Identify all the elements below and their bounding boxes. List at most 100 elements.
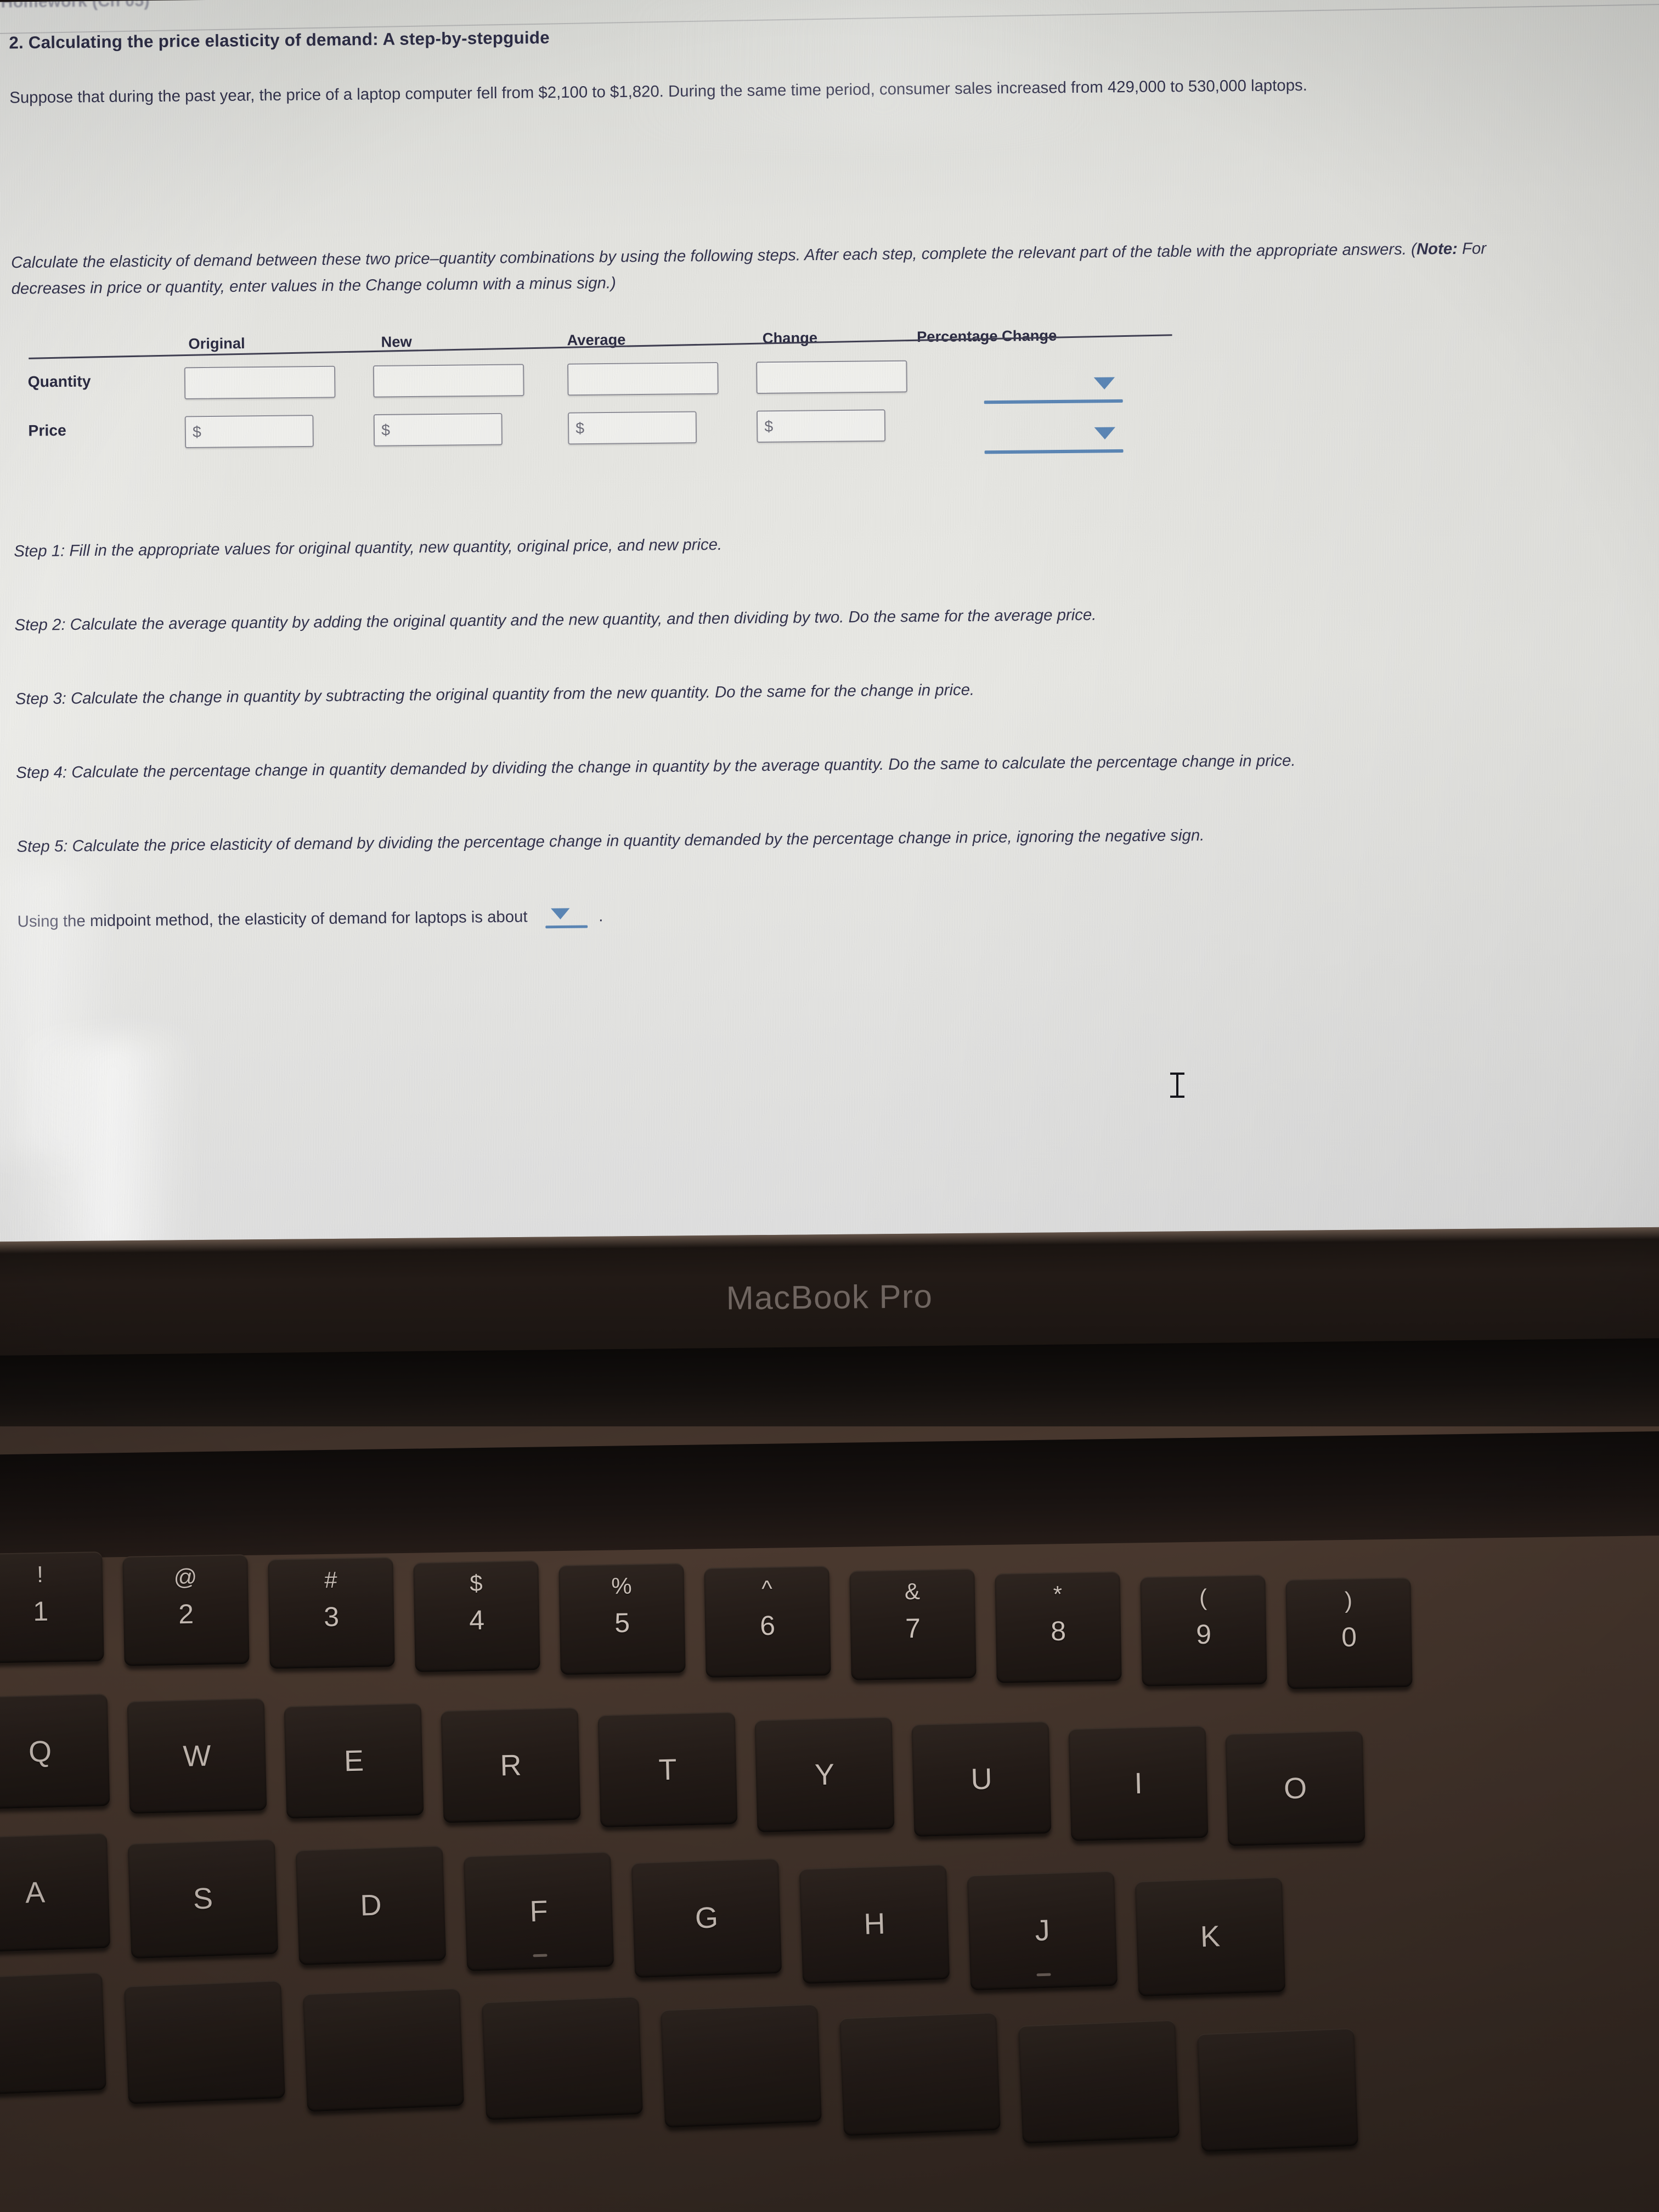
key-legend: 5: [614, 1607, 630, 1639]
key-o[interactable]: O: [1225, 1730, 1365, 1846]
key-legend: E: [343, 1743, 364, 1778]
key-legend: [842, 2071, 998, 2077]
key-e[interactable]: E: [284, 1702, 424, 1819]
table-row-quantity: Quantity: [12, 354, 1184, 407]
price-change-input[interactable]: $: [756, 409, 886, 443]
conclusion-prefix: Using the midpoint method, the elasticit…: [17, 907, 528, 931]
key-legend: O: [1283, 1771, 1307, 1805]
key-legend: 1: [32, 1595, 49, 1627]
key-5[interactable]: % 5: [558, 1562, 686, 1675]
row-label-quantity: Quantity: [27, 372, 91, 391]
key-legend: G: [695, 1901, 719, 1935]
key-h[interactable]: H: [799, 1864, 950, 1984]
laptop-screen: Homework (Ch 05) 2. Calculating the pric…: [0, 0, 1659, 1260]
keyboard-bottom-row: [0, 1972, 1659, 2152]
key-a[interactable]: A: [0, 1832, 111, 1953]
key-8[interactable]: * 8: [995, 1571, 1122, 1684]
quantity-average-input[interactable]: [567, 362, 719, 396]
price-new-input[interactable]: $: [373, 413, 503, 447]
key-blank-2[interactable]: [302, 1988, 465, 2112]
key-legend: A: [25, 1876, 46, 1910]
elasticity-value-dropdown[interactable]: [537, 907, 590, 929]
price-original-input[interactable]: $: [184, 415, 314, 448]
key-blank-6[interactable]: [1018, 2019, 1180, 2144]
key-legend: Y: [814, 1757, 835, 1791]
key-blank-0[interactable]: [0, 1972, 107, 2096]
key-u[interactable]: U: [911, 1720, 1052, 1837]
dropdown-underline: [984, 399, 1123, 404]
key-shift-legend: !: [36, 1561, 44, 1588]
conclusion-line: Using the midpoint method, the elasticit…: [18, 897, 1617, 931]
row-label-price: Price: [28, 421, 66, 439]
currency-prefix-change: $: [764, 417, 774, 435]
key-d[interactable]: D: [295, 1845, 447, 1966]
table-row-price: Price $ $ $ $: [13, 403, 1184, 455]
key-j[interactable]: J: [967, 1870, 1118, 1990]
key-shift-legend: *: [1053, 1581, 1063, 1607]
key-legend: S: [193, 1882, 213, 1916]
key-legend: [663, 2063, 820, 2069]
key-blank-7[interactable]: [1197, 2028, 1359, 2152]
quantity-original-input[interactable]: [184, 365, 336, 399]
key-shift-legend: &: [904, 1578, 921, 1605]
key-9[interactable]: (9: [1140, 1574, 1267, 1686]
key-legend: 6: [759, 1610, 776, 1641]
table-header-row: Original New Average Change Percentage C…: [12, 315, 1183, 359]
key-legend: D: [359, 1888, 382, 1922]
key-g[interactable]: G: [631, 1858, 782, 1978]
key-3[interactable]: #3: [268, 1557, 395, 1669]
key-legend: [0, 2031, 104, 2037]
keyboard-number-row: ! 1 @2 #3 $4% 5 ^ 6 & 7 * 8(9) 0: [0, 1551, 1659, 1689]
currency-prefix-average: $: [575, 419, 585, 437]
key-legend: K: [1200, 1920, 1221, 1954]
page-title: 2. Calculating the price elasticity of d…: [9, 27, 550, 53]
key-legend: [484, 2055, 641, 2061]
screen-glare-bottom: [17, 1038, 187, 1260]
key-r[interactable]: R: [441, 1707, 581, 1823]
key-blank-1[interactable]: [123, 1980, 286, 2104]
price-percentage-change-dropdown[interactable]: [984, 420, 1124, 455]
dropdown-underline: [545, 925, 588, 929]
key-shift-legend: $: [469, 1570, 483, 1596]
key-w[interactable]: W: [127, 1698, 267, 1814]
key-blank-3[interactable]: [481, 1996, 644, 2120]
key-f[interactable]: F: [463, 1852, 614, 1972]
instruction-note-label: Note:: [1416, 240, 1458, 258]
key-legend: [305, 2047, 462, 2053]
column-header-change: Change: [762, 329, 818, 347]
key-shift-legend: ^: [761, 1575, 773, 1602]
key-legend: 7: [905, 1612, 921, 1644]
key-s[interactable]: S: [127, 1839, 279, 1959]
key-6[interactable]: ^ 6: [704, 1566, 831, 1678]
currency-prefix-new: $: [381, 421, 391, 439]
chevron-down-icon: [1093, 377, 1115, 390]
key-legend: 3: [323, 1601, 340, 1633]
quantity-change-input[interactable]: [756, 360, 907, 394]
key-i[interactable]: I: [1068, 1725, 1209, 1842]
key-legend: T: [658, 1753, 678, 1787]
column-header-new: New: [381, 333, 412, 351]
key-0[interactable]: ) 0: [1285, 1577, 1413, 1689]
chevron-down-icon: [550, 908, 570, 919]
key-legend: [1020, 2079, 1177, 2085]
key-legend: 9: [1195, 1618, 1212, 1650]
quantity-new-input[interactable]: [373, 364, 524, 398]
key-7[interactable]: & 7: [849, 1568, 977, 1681]
key-4[interactable]: $4: [413, 1560, 540, 1672]
key-legend: F: [529, 1894, 549, 1928]
key-legend: Q: [28, 1734, 52, 1769]
key-legend: J: [1034, 1914, 1051, 1948]
key-legend: 0: [1341, 1621, 1357, 1653]
key-blank-4[interactable]: [660, 2004, 822, 2128]
chevron-down-icon: [1094, 427, 1116, 440]
key-q[interactable]: Q: [0, 1693, 110, 1810]
key-t[interactable]: T: [597, 1712, 738, 1828]
key-blank-5[interactable]: [839, 2012, 1001, 2136]
key-2[interactable]: @2: [122, 1554, 250, 1667]
price-average-input[interactable]: $: [567, 411, 697, 445]
key-y[interactable]: Y: [754, 1716, 895, 1832]
keyboard-qwerty-row: Q W E R T Y U I O: [0, 1693, 1659, 1846]
breadcrumb: Homework (Ch 05): [1, 0, 150, 12]
quantity-percentage-change-dropdown[interactable]: [984, 370, 1123, 405]
key-1[interactable]: ! 1: [0, 1551, 104, 1663]
